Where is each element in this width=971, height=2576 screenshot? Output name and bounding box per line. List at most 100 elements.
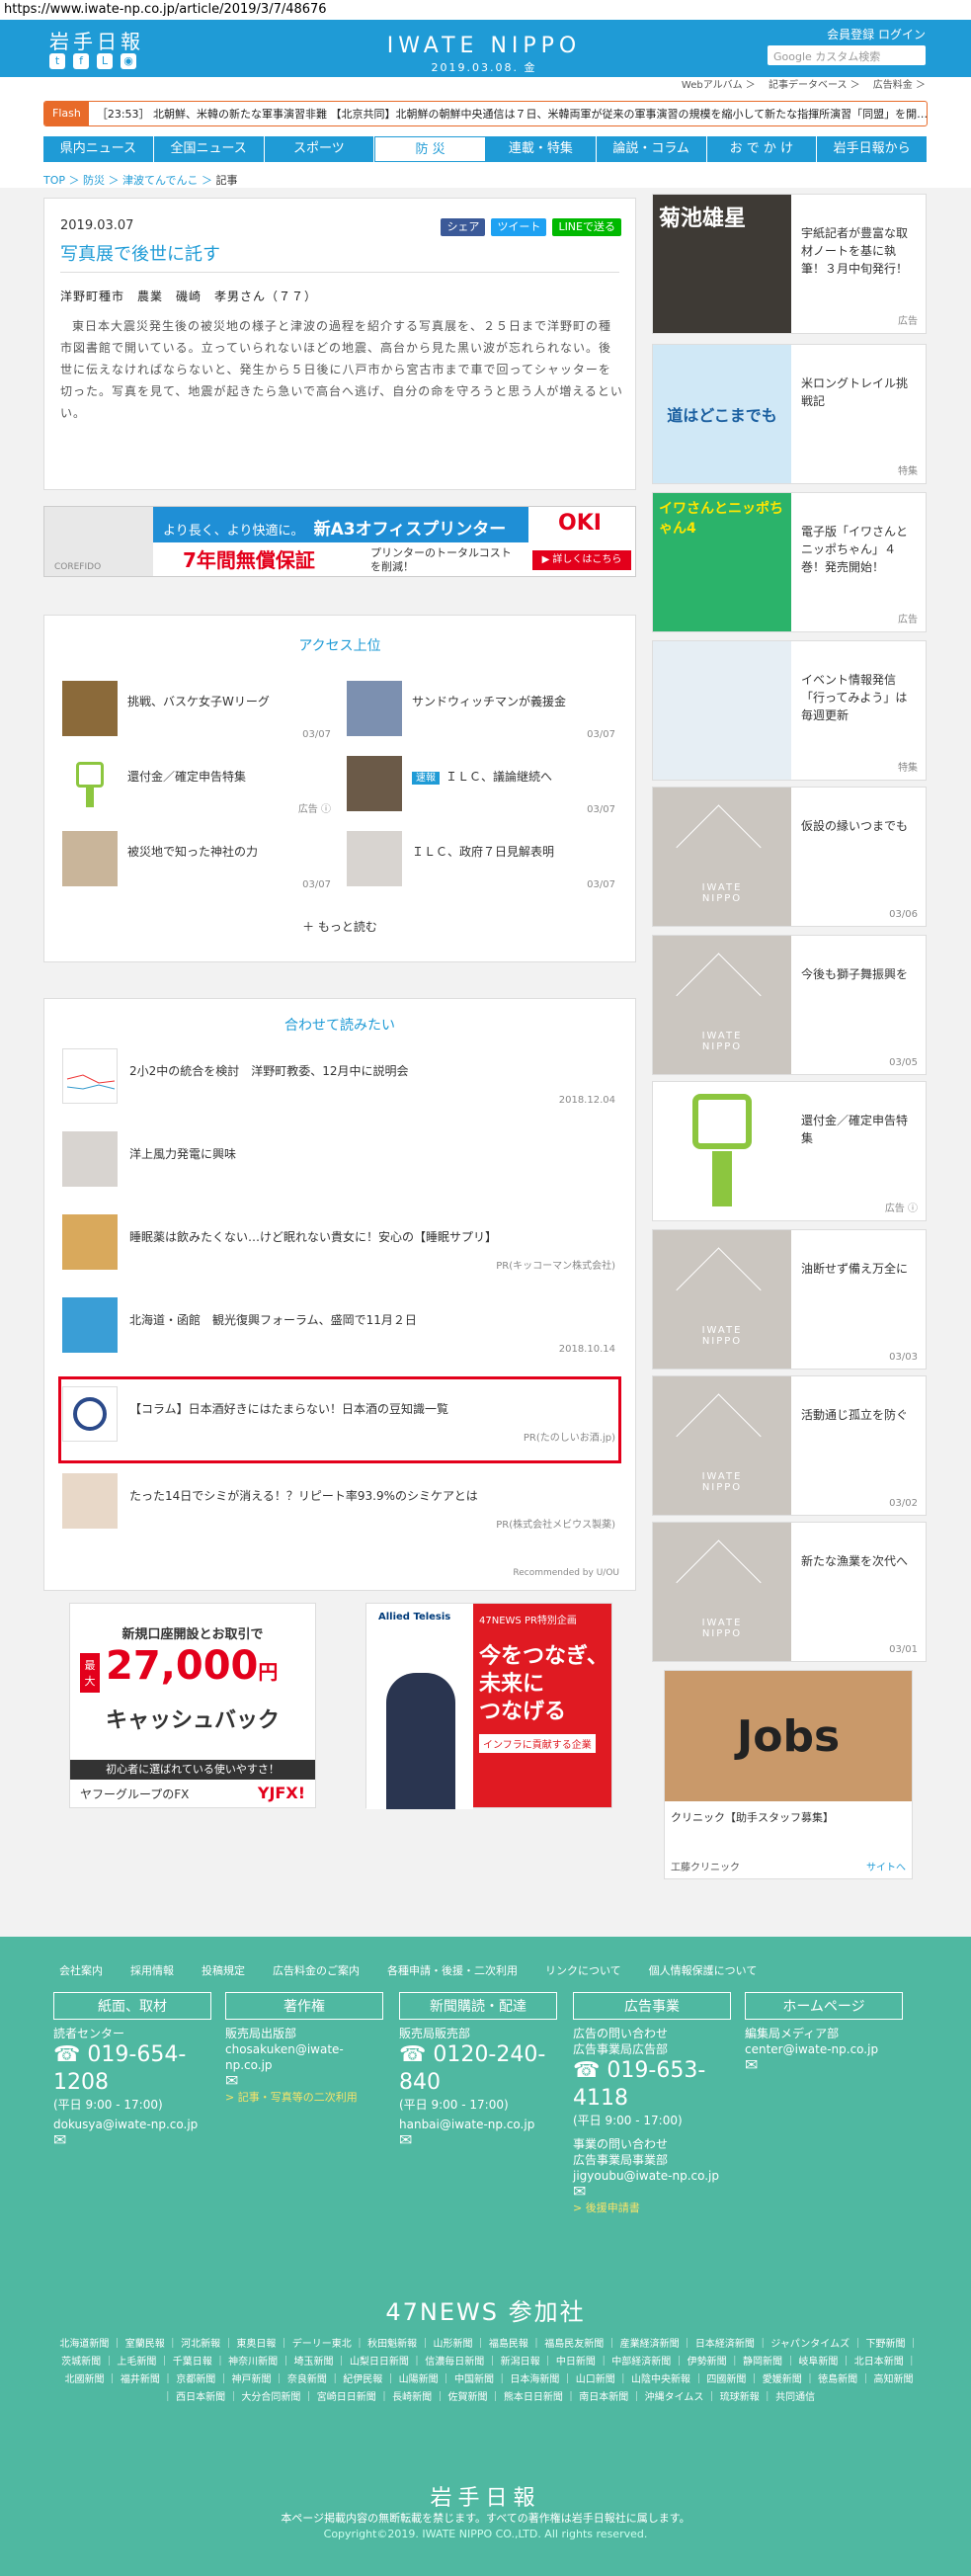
secondary-use-link[interactable]: > 記事・写真等の二次利用 xyxy=(225,2089,383,2105)
sidebar-image xyxy=(653,641,791,780)
footer-link[interactable]: 個人情報保護について xyxy=(649,1962,758,1978)
search-input[interactable]: Google カスタム検索 xyxy=(768,45,926,65)
mascot-body xyxy=(86,788,94,807)
sponsorship-link[interactable]: > 後援申請書 xyxy=(573,2200,731,2215)
phone-number[interactable]: ☎ 019-653-4118 xyxy=(573,2057,731,2113)
share-buttons: シェア ツイート LINEで送る xyxy=(441,218,621,236)
member-newspapers[interactable]: 北海道新聞 ｜ 室蘭民報 ｜ 河北新報 ｜ 東奥日報 ｜ デーリー東北 ｜ 秋田… xyxy=(59,2336,919,2407)
email-address[interactable]: hanbai@iwate-np.co.jp xyxy=(399,2117,557,2132)
jobs-ad-link[interactable]: サイトへ xyxy=(866,1859,906,1873)
sidebar-item[interactable]: 道はどこまでも 米ロングトレイル挑戦記 特集 xyxy=(652,344,927,484)
site-logo[interactable]: 岩手日報 xyxy=(49,26,144,54)
footer-col-button[interactable]: 新聞購読・配達 xyxy=(399,1992,557,2020)
line-icon[interactable]: L xyxy=(97,53,113,69)
sidebar-item[interactable]: 仮設の縁いつまでも 03/06 xyxy=(652,787,927,927)
flash-news-ticker[interactable]: Flash ［23:53］ 北朝鮮、米韓の新たな軍事演習非難 【北京共同】北朝鮮… xyxy=(43,101,928,126)
ranking-title: サンドウィッチマンが義援金 xyxy=(412,695,567,708)
phone-number[interactable]: ☎ 019-654-1208 xyxy=(53,2041,211,2097)
allied-telesis-ad[interactable]: Allied Telesis 47NEWS PR特別企画 今をつなぎ、 未来に つな… xyxy=(365,1603,612,1809)
related-item[interactable]: 洋上風力発電に興味 xyxy=(62,1131,615,1191)
mail-icon[interactable]: ✉ xyxy=(225,2073,383,2089)
sidebar-item[interactable]: 油断せず備え万全に 03/03 xyxy=(652,1229,927,1370)
site-logo-en[interactable]: IWATE NIPPO xyxy=(385,34,583,58)
printer-ad-banner[interactable]: COREFIDO より長く、より快適に。 新A3オフィスプリンター誕生。 7年間… xyxy=(43,506,636,577)
twitter-icon[interactable]: t xyxy=(49,53,65,69)
sidebar-item[interactable]: 活動通じ孤立を防ぐ 03/02 xyxy=(652,1375,927,1516)
read-more-button[interactable]: ＋ もっと読む xyxy=(44,918,635,935)
footer-link[interactable]: 広告料金のご案内 xyxy=(273,1962,360,1978)
facebook-icon[interactable]: f xyxy=(73,53,89,69)
nav-item[interactable]: 論説・コラム xyxy=(597,136,707,162)
facebook-share-button[interactable]: シェア xyxy=(441,218,486,236)
footer-col-button[interactable]: ホームページ xyxy=(745,1992,903,2020)
related-item[interactable]: 北海道・函館 観光復興フォーラム、盛岡で11月２日 2018.10.14 xyxy=(62,1297,615,1357)
nav-item[interactable]: 全国ニュース xyxy=(154,136,265,162)
email-address[interactable]: dokusya@iwate-np.co.jp xyxy=(53,2117,211,2132)
tweet-button[interactable]: ツイート xyxy=(491,218,547,236)
flash-text[interactable]: ［23:53］ 北朝鮮、米韓の新たな軍事演習非難 【北京共同】北朝鮮の朝鮮中央通… xyxy=(89,106,927,122)
sidebar-item[interactable]: 新たな漁業を次代へ 03/01 xyxy=(652,1522,927,1662)
breadcrumb-top[interactable]: TOP xyxy=(43,174,65,187)
mail-icon[interactable]: ✉ xyxy=(745,2057,903,2073)
nav-item[interactable]: 岩手日報から xyxy=(817,136,928,162)
nav-item[interactable]: スポーツ xyxy=(265,136,375,162)
related-text: 洋上風力発電に興味 xyxy=(129,1147,237,1161)
ad-headline-l3: つなげる xyxy=(479,1700,567,1724)
related-item-highlighted[interactable]: 【コラム】日本酒好きにはたまらない！日本酒の豆知識一覧 PR(たのしいお酒.jp… xyxy=(62,1386,615,1446)
sidebar-item[interactable]: 今後も獅子舞振興を 03/05 xyxy=(652,935,927,1075)
footer-link[interactable]: リンクについて xyxy=(545,1962,621,1978)
email-address[interactable]: jigyoubu@iwate-np.co.jp xyxy=(573,2168,731,2184)
no-image-placeholder xyxy=(653,1230,791,1369)
nav-item[interactable]: お で か け xyxy=(707,136,818,162)
mail-icon[interactable]: ✉ xyxy=(399,2132,557,2148)
breadcrumb-series[interactable]: 津波てんでんこ xyxy=(122,174,198,187)
related-item[interactable]: たった14日でシミが消える！？リピート率93.9%のシミケアとは PR(株式会社… xyxy=(62,1473,615,1533)
email-address[interactable]: center@iwate-np.co.jp xyxy=(745,2041,903,2057)
nav-item[interactable]: 連載・特集 xyxy=(486,136,597,162)
nav-item[interactable]: 県内ニュース xyxy=(43,136,154,162)
sidebar-image-text: イワさんとニッポちゃん4 xyxy=(659,501,783,537)
ranking-item[interactable]: ＩＬＣ、政府７日見解表明 03/07 xyxy=(347,831,615,890)
ranking-item[interactable]: 被災地で知った神社の力 03/07 xyxy=(62,831,331,890)
sidebar-item[interactable]: イワさんとニッポちゃん4 電子版「イワさんとニッポちゃん」４巻！発売開始！ 広告 xyxy=(652,492,927,632)
related-thumb xyxy=(62,1386,118,1442)
footer-link[interactable]: 投稿規定 xyxy=(202,1962,245,1978)
ranking-item[interactable]: 挑戦、バスケ女子Wリーグ 03/07 xyxy=(62,681,331,740)
email-address[interactable]: chosakuken@iwate-np.co.jp xyxy=(225,2041,383,2073)
news47-title: 47NEWS 参加社 xyxy=(385,2298,586,2326)
phone-icon: ☎ xyxy=(573,2058,607,2083)
fx-ad[interactable]: 新規口座開設とお取引で 最大 27,000円 キャッシュバック 初心者に選ばれて… xyxy=(69,1603,316,1808)
footer-link[interactable]: 会社案内 xyxy=(59,1962,103,1978)
line-share-button[interactable]: LINEで送る xyxy=(552,218,621,236)
member-links[interactable]: 会員登録 ログイン xyxy=(827,26,926,42)
ranking-date: 03/07 xyxy=(587,879,615,890)
ad-cta-button[interactable]: ▶ 詳しくはこちら xyxy=(532,550,631,570)
footer-link[interactable]: 採用情報 xyxy=(130,1962,174,1978)
related-item[interactable]: 2小2中の統合を検討 洋野町教委、12月中に説明会 2018.12.04 xyxy=(62,1048,615,1108)
mascot-icon xyxy=(76,762,104,788)
footer-col-button[interactable]: 紙面、取材 xyxy=(53,1992,211,2020)
sidebar-item[interactable]: 菊池雄星 宇紙記者が豊富な取材ノートを基に執筆！３月中旬発行！ 広告 xyxy=(652,194,927,334)
ranking-item[interactable]: 速報 ＩＬＣ、議論継続へ 03/07 xyxy=(347,756,615,815)
jobs-ad[interactable]: Jobs クリニック【助手スタッフ募集】 工藤クリニック サイトへ xyxy=(664,1670,913,1879)
sidebar-item[interactable]: 還付金／確定申告特集 広告 ⓘ xyxy=(652,1081,927,1221)
ranking-item[interactable]: 還付金／確定申告特集 広告 ⓘ xyxy=(62,756,331,815)
sidebar-title: 宇紙記者が豊富な取材ノートを基に執筆！３月中旬発行！ xyxy=(801,226,909,276)
rss-icon[interactable]: ◉ xyxy=(121,53,136,69)
phone-number[interactable]: ☎ 0120-240-840 xyxy=(399,2041,557,2097)
nav-item-active[interactable]: 防 災 xyxy=(374,136,486,162)
breadcrumb-section[interactable]: 防災 xyxy=(83,174,105,187)
mail-icon[interactable]: ✉ xyxy=(53,2132,211,2148)
footer-col-button[interactable]: 著作権 xyxy=(225,1992,383,2020)
related-text: 2小2中の統合を検討 洋野町教委、12月中に説明会 xyxy=(129,1064,409,1078)
footer-link[interactable]: 各種申請・後援・二次利用 xyxy=(387,1962,518,1978)
hours: (平日 9:00 - 17:00) xyxy=(573,2114,683,2127)
related-text: たった14日でシミが消える！？リピート率93.9%のシミケアとは xyxy=(129,1489,478,1503)
ranking-item[interactable]: サンドウィッチマンが義援金 03/07 xyxy=(347,681,615,740)
related-item[interactable]: 睡眠薬は飲みたくない…けど眠れない貴女に！安心の【睡眠サプリ】 PR(キッコーマ… xyxy=(62,1214,615,1274)
related-thumb xyxy=(62,1473,118,1529)
mail-icon[interactable]: ✉ xyxy=(573,2184,731,2200)
sidebar-item[interactable]: イベント情報発信「行ってみよう」は毎週更新 特集 xyxy=(652,640,927,781)
footer-col-button[interactable]: 広告事業 xyxy=(573,1992,731,2020)
sub-navigation[interactable]: Webアルバム ＞ 記事データベース ＞ 広告料金 ＞ xyxy=(0,77,971,95)
